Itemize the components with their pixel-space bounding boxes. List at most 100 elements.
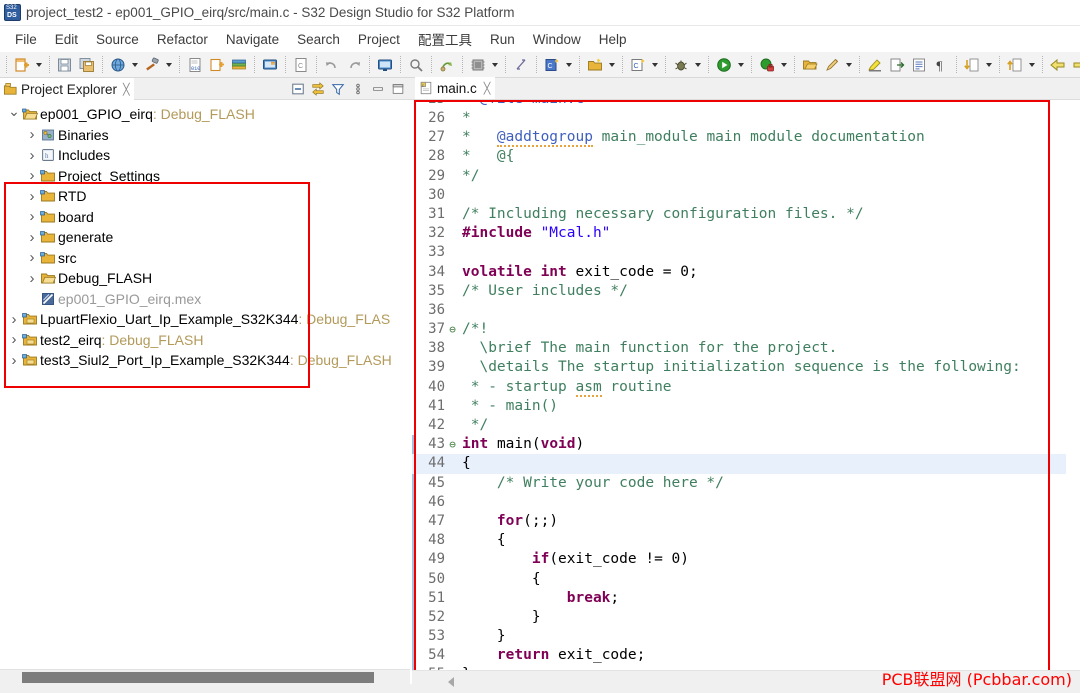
tab-project-explorer[interactable]: Project Explorer ╳ (0, 77, 134, 100)
new-file-dropdown-icon[interactable] (33, 55, 45, 75)
menu-help[interactable]: Help (590, 30, 636, 49)
console-icon[interactable] (260, 55, 280, 75)
tree-item-project-settings[interactable]: Project_Settings (0, 166, 412, 187)
save-icon[interactable] (55, 55, 75, 75)
menu-edit[interactable]: Edit (46, 30, 87, 49)
chevron-down-icon[interactable] (6, 106, 22, 123)
layers-icon[interactable] (229, 55, 249, 75)
globe-icon[interactable] (108, 55, 128, 75)
tree-item-test3-siul2-port-ip-example-s32k344[interactable]: test3_Siul2_Port_Ip_Example_S32K344: Deb… (0, 350, 412, 371)
code-line[interactable]: 54 return exit_code; (412, 646, 1080, 665)
code-line[interactable]: 46 (412, 493, 1080, 512)
code-line[interactable]: 45 /* Write your code here */ (412, 474, 1080, 493)
pin-tool-icon[interactable] (511, 55, 531, 75)
editor-vscrollbar[interactable] (1066, 100, 1080, 670)
tree-item-includes[interactable]: h Includes (0, 145, 412, 166)
tree-item-board[interactable]: board (0, 207, 412, 228)
code-line[interactable]: 53 } (412, 627, 1080, 646)
code-line[interactable]: 43 int main(void) (412, 435, 1080, 454)
code-line[interactable]: 32 #include "Mcal.h" (412, 224, 1080, 243)
new-c-class-dropdown-icon[interactable] (649, 55, 661, 75)
tree-item-ep001-gpio-eirq[interactable]: ep001_GPIO_eirq: Debug_FLASH (0, 104, 412, 125)
menu-refactor[interactable]: Refactor (148, 30, 217, 49)
no-search-icon[interactable] (406, 55, 426, 75)
chevron-right-icon[interactable] (6, 311, 22, 328)
fold-collapse-icon[interactable] (446, 435, 459, 454)
source-code-area[interactable]: 25 @file main.c26*27* @addtogroup main_m… (412, 100, 1080, 682)
build-dropdown-icon[interactable] (163, 55, 175, 75)
code-line[interactable]: 35 /* User includes */ (412, 282, 1080, 301)
next-annotation-dropdown-icon[interactable] (983, 55, 995, 75)
code-line[interactable]: 39 \details The startup initialization s… (412, 358, 1080, 377)
chevron-right-icon[interactable] (6, 352, 22, 369)
project-explorer-hscrollbar[interactable] (0, 669, 410, 684)
chevron-right-icon[interactable] (24, 167, 40, 184)
globe-dropdown-icon[interactable] (129, 55, 141, 75)
maximize-icon[interactable] (389, 80, 406, 97)
debug-bug-icon[interactable] (671, 55, 691, 75)
code-line[interactable]: 33 (412, 243, 1080, 262)
new-c-project-dropdown-icon[interactable] (563, 55, 575, 75)
fold-collapse-icon[interactable] (446, 320, 459, 339)
code-line[interactable]: 37 /*! (412, 320, 1080, 339)
tree-item-debug-flash[interactable]: Debug_FLASH (0, 268, 412, 289)
view-menu-icon[interactable] (349, 80, 366, 97)
chip-icon[interactable] (468, 55, 488, 75)
menu-window[interactable]: Window (524, 30, 590, 49)
code-line[interactable]: 50 { (412, 570, 1080, 589)
code-line[interactable]: 25 @file main.c (412, 100, 1080, 109)
code-line[interactable]: 27 * @addtogroup main_module main module … (412, 128, 1080, 148)
previous-annotation-icon[interactable] (1005, 55, 1025, 75)
code-line[interactable]: 42 */ (412, 416, 1080, 435)
project-tree[interactable]: ep001_GPIO_eirq: Debug_FLASHBinarieshInc… (0, 100, 412, 658)
editor-body[interactable]: 25 @file main.c26*27* @addtogroup main_m… (412, 100, 1080, 693)
code-line[interactable]: 34 volatile int exit_code = 0; (412, 263, 1080, 282)
save-all-icon[interactable] (77, 55, 97, 75)
chevron-right-icon[interactable] (24, 270, 40, 287)
code-line[interactable]: 48 { (412, 531, 1080, 550)
menu-run[interactable]: Run (481, 30, 524, 49)
highlight-marker-icon[interactable] (865, 55, 885, 75)
code-line[interactable]: 38 \brief The main function for the proj… (412, 339, 1080, 358)
remote-display-icon[interactable] (375, 55, 395, 75)
code-line[interactable]: 36 (412, 301, 1080, 320)
pilcrow-icon[interactable]: ¶ (931, 55, 951, 75)
profile-dropdown-icon[interactable] (778, 55, 790, 75)
menu-navigate[interactable]: Navigate (217, 30, 288, 49)
menu-project[interactable]: Project (349, 30, 409, 49)
next-annotation-icon[interactable] (962, 55, 982, 75)
tree-item-ep001-gpio-eirq-mex[interactable]: ep001_GPIO_eirq.mex (0, 289, 412, 310)
tab-main-c[interactable]: c main.c ╳ (415, 77, 496, 99)
back-edit-icon[interactable] (1048, 55, 1068, 75)
menu-file[interactable]: File (6, 30, 46, 49)
code-line[interactable]: 49 if(exit_code != 0) (412, 550, 1080, 569)
tree-item-rtd[interactable]: RTD (0, 186, 412, 207)
run-icon[interactable] (714, 55, 734, 75)
undo-icon[interactable] (322, 55, 342, 75)
c-file-icon[interactable]: C (291, 55, 311, 75)
tree-item-generate[interactable]: generate (0, 227, 412, 248)
tree-item-lpuartflexio-uart-ip-example-s32k344[interactable]: LpuartFlexio_Uart_Ip_Example_S32K344: De… (0, 309, 412, 330)
chevron-right-icon[interactable] (24, 229, 40, 246)
export-icon[interactable] (887, 55, 907, 75)
chevron-right-icon[interactable] (24, 208, 40, 225)
tree-item-binaries[interactable]: Binaries (0, 125, 412, 146)
chevron-right-icon[interactable] (24, 147, 40, 164)
collapse-all-icon[interactable] (289, 80, 306, 97)
code-line[interactable]: 47 for(;;) (412, 512, 1080, 531)
menu-search[interactable]: Search (288, 30, 349, 49)
code-line[interactable]: 29 */ (412, 167, 1080, 186)
code-line[interactable]: 41 * - main() (412, 397, 1080, 416)
chevron-right-icon[interactable] (24, 188, 40, 205)
view-filter-icon[interactable] (329, 80, 346, 97)
tree-item-test2-eirq[interactable]: test2_eirq: Debug_FLASH (0, 330, 412, 351)
chevron-right-icon[interactable] (6, 331, 22, 348)
close-icon[interactable]: ╳ (484, 82, 491, 95)
code-line[interactable]: 31 /* Including necessary configuration f… (412, 205, 1080, 224)
new-file-icon[interactable] (12, 55, 32, 75)
minimize-icon[interactable] (369, 80, 386, 97)
new-c-class-icon[interactable]: C (628, 55, 648, 75)
debug-dropdown-icon[interactable] (692, 55, 704, 75)
code-line[interactable]: 40 * - startup asm routine (412, 378, 1080, 397)
forward-edit-icon[interactable] (1070, 55, 1080, 75)
